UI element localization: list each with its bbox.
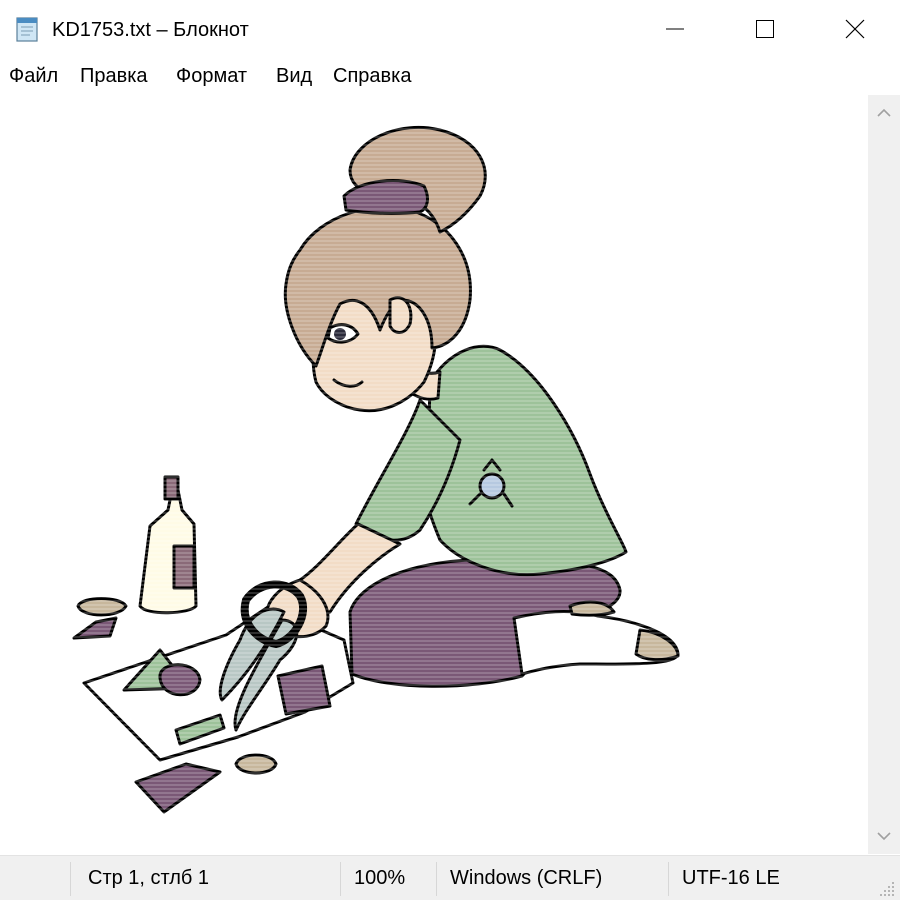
menu-help[interactable]: Справка — [333, 64, 411, 88]
minimize-icon — [666, 28, 684, 30]
status-bar: Стр 1, стлб 1 100% Windows (CRLF) UTF-16… — [0, 855, 900, 900]
notepad-icon — [16, 17, 38, 42]
status-line-endings: Windows (CRLF) — [450, 867, 603, 889]
scroll-up-button[interactable] — [868, 95, 900, 131]
scanline-overlay — [0, 95, 868, 854]
chevron-up-icon — [877, 108, 891, 117]
menu-format[interactable]: Формат — [176, 64, 247, 88]
maximize-button[interactable] — [720, 0, 810, 58]
status-zoom: 100% — [354, 867, 406, 889]
resize-grip-icon[interactable] — [878, 880, 896, 898]
window-title: KD1753.txt – Блокнот — [52, 19, 249, 41]
minimize-button[interactable] — [630, 0, 720, 58]
text-editor-area[interactable] — [0, 95, 868, 854]
ascii-art-illustration — [0, 95, 868, 854]
chevron-down-icon — [877, 832, 891, 841]
menu-view[interactable]: Вид — [276, 64, 312, 88]
status-separator — [436, 862, 437, 896]
close-button[interactable] — [810, 0, 900, 58]
status-separator — [668, 862, 669, 896]
status-separator — [340, 862, 341, 896]
status-cursor-position: Стр 1, стлб 1 — [88, 867, 210, 889]
maximize-icon — [756, 20, 774, 38]
status-encoding: UTF-16 LE — [682, 867, 780, 889]
scroll-down-button[interactable] — [868, 818, 900, 854]
close-icon — [845, 19, 865, 39]
menu-edit[interactable]: Правка — [80, 64, 148, 88]
title-bar[interactable]: KD1753.txt – Блокнот — [0, 0, 900, 58]
status-separator — [70, 862, 71, 896]
menu-file[interactable]: Файл — [9, 64, 58, 88]
vertical-scrollbar[interactable] — [868, 95, 900, 854]
menu-bar: Файл Правка Формат Вид Справка — [0, 58, 900, 94]
notepad-window: KD1753.txt – Блокнот Файл Правка Формат … — [0, 0, 900, 900]
